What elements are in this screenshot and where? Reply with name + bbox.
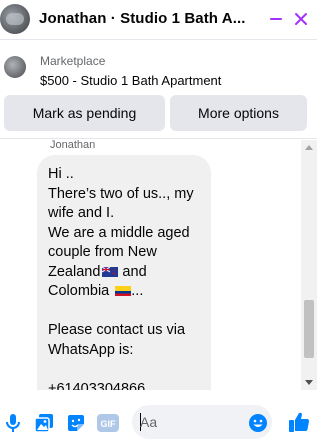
close-button[interactable] xyxy=(290,8,312,30)
message-bubble[interactable]: Hi .. There’s two of us.., my wife and I… xyxy=(37,155,211,390)
message-composer: GIF xyxy=(0,400,317,446)
chat-header: Jonathan · Studio 1 Bath A... xyxy=(0,0,317,40)
close-icon xyxy=(295,13,307,25)
scrollbar[interactable] xyxy=(301,140,317,390)
avatar[interactable] xyxy=(0,4,30,34)
message-list[interactable]: Jonathan Hi .. There’s two of us.., my w… xyxy=(0,138,317,390)
chat-title[interactable]: Jonathan · Studio 1 Bath A... xyxy=(39,10,263,27)
message-spacer xyxy=(48,302,200,322)
thumbs-up-icon xyxy=(289,412,310,432)
more-options-button[interactable]: More options xyxy=(170,95,307,131)
svg-text:GIF: GIF xyxy=(101,419,117,429)
message-line: Please contact us via WhatsApp is: xyxy=(48,322,190,358)
marketplace-listing[interactable]: Marketplace $500 - Studio 1 Bath Apartme… xyxy=(0,40,317,94)
microphone-button[interactable] xyxy=(2,412,24,434)
emoji-button[interactable] xyxy=(247,412,269,434)
message-text: and xyxy=(118,263,147,280)
photo-icon xyxy=(34,414,53,433)
sticker-icon xyxy=(68,415,84,431)
sender-name: Jonathan xyxy=(50,139,96,151)
mark-as-pending-button[interactable]: Mark as pending xyxy=(4,95,165,131)
new-zealand-flag-icon xyxy=(102,266,119,277)
message-line: Hi .. xyxy=(48,166,74,182)
like-button[interactable] xyxy=(287,410,311,434)
sticker-button[interactable] xyxy=(65,412,87,434)
message-input[interactable] xyxy=(140,413,240,431)
minimize-button[interactable] xyxy=(265,8,287,30)
minus-icon xyxy=(270,18,282,20)
colombia-flag-icon xyxy=(115,286,132,296)
scrollbar-thumb[interactable] xyxy=(304,300,314,358)
marketplace-label: Marketplace xyxy=(40,54,106,68)
message-spacer xyxy=(48,360,200,380)
message-text: Colombia xyxy=(48,283,114,299)
photo-button[interactable] xyxy=(33,412,55,434)
message-line: We are a middle aged couple from New Zea… xyxy=(48,224,200,283)
emoji-icon xyxy=(249,414,267,432)
message-line: There’s two of us.., my wife and I. xyxy=(48,185,198,222)
scroll-up-arrow-icon[interactable] xyxy=(301,140,317,154)
gif-icon: GIF xyxy=(97,414,119,432)
scroll-down-arrow-icon[interactable] xyxy=(301,376,317,390)
microphone-icon xyxy=(6,414,20,432)
message-text: ... xyxy=(131,283,144,299)
listing-title: $500 - Studio 1 Bath Apartment xyxy=(40,73,222,88)
message-line: Colombia ... xyxy=(48,282,200,302)
gif-button[interactable]: GIF xyxy=(97,412,119,434)
listing-thumbnail xyxy=(4,56,26,78)
message-line: +61403304866 xyxy=(48,380,146,391)
